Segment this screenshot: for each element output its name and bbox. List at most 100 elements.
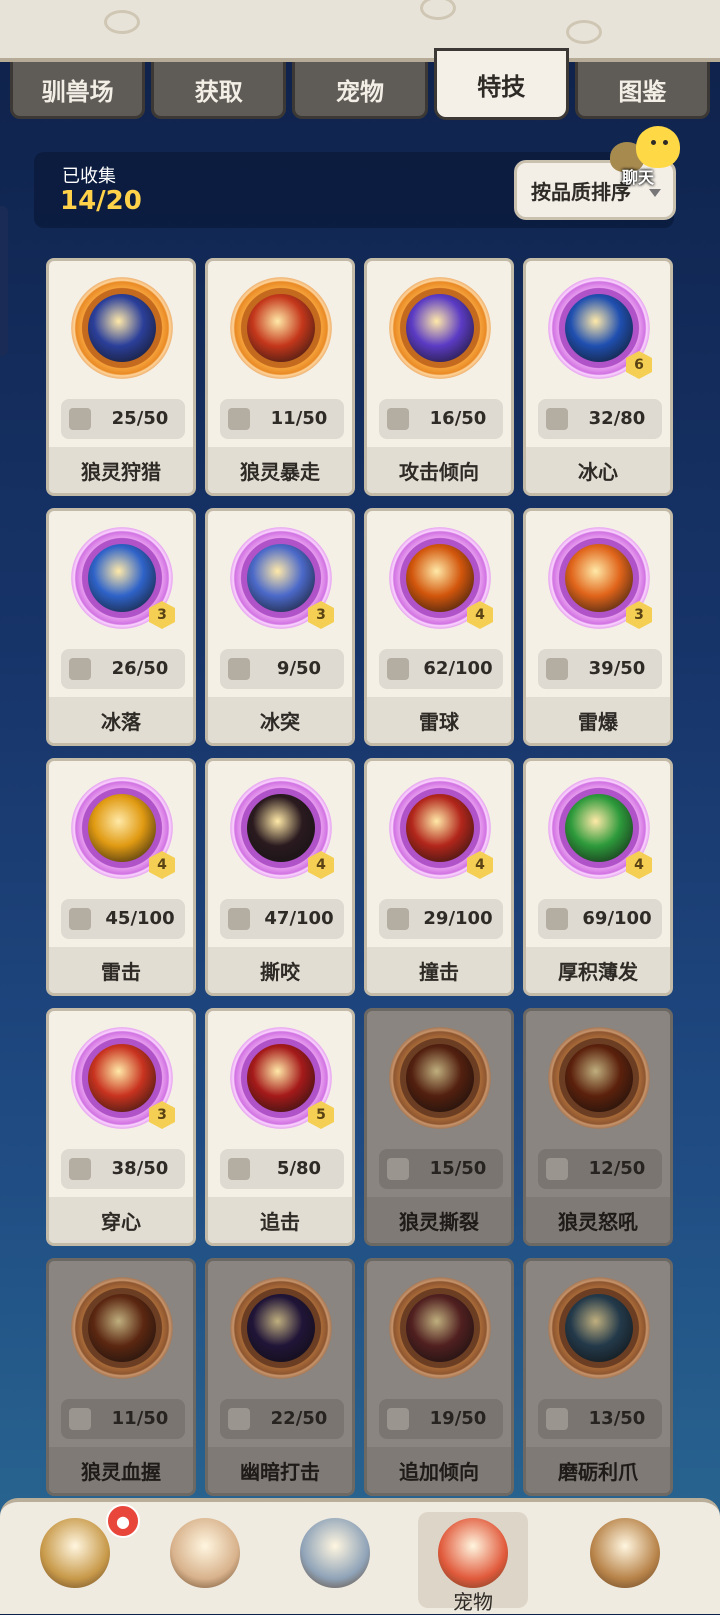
skill-grid: 25/50 狼灵狩猎 11/50 狼灵暴走 16/50 攻击倾向 6 32/80 冰心 3 26/5… xyxy=(46,258,676,1496)
puzzle-piece-icon xyxy=(69,1408,91,1430)
fragment-progress: 47/100 xyxy=(220,899,344,939)
fragment-count: 29/100 xyxy=(423,908,493,929)
nav-item[interactable] xyxy=(280,1512,390,1608)
nav-item[interactable]: ● xyxy=(20,1504,140,1608)
fragment-count: 12/50 xyxy=(588,1158,646,1179)
skill-icon-art xyxy=(247,294,315,362)
fragment-progress: 69/100 xyxy=(538,899,662,939)
skill-name: 雷击 xyxy=(49,947,193,993)
fragment-count: 32/80 xyxy=(588,408,646,429)
skill-icon: 3 xyxy=(71,527,175,629)
skill-icon-art xyxy=(247,544,315,612)
fragment-count: 11/50 xyxy=(270,408,328,429)
skill-icon-art xyxy=(406,1294,474,1362)
fragment-progress: 16/50 xyxy=(379,399,503,439)
skill-icon-art xyxy=(88,794,156,862)
skill-card[interactable]: 16/50 攻击倾向 xyxy=(364,258,514,496)
skill-icon: 3 xyxy=(230,527,334,629)
skill-card[interactable]: 13/50 磨砺利爪 xyxy=(523,1258,673,1496)
tab-pets[interactable]: 宠物 xyxy=(292,62,428,119)
skill-card[interactable]: 3 39/50 雷爆 xyxy=(523,508,673,746)
puzzle-piece-icon xyxy=(387,908,409,930)
skill-card[interactable]: 4 69/100 厚积薄发 xyxy=(523,758,673,996)
nav-item[interactable]: 宠物 xyxy=(418,1512,528,1614)
skill-icon-art xyxy=(88,294,156,362)
puzzle-piece-icon xyxy=(387,1158,409,1180)
side-drawer-handle[interactable] xyxy=(0,206,8,356)
skill-icon-art xyxy=(406,1044,474,1112)
chat-label: 聊天 xyxy=(622,168,655,187)
skill-icon-art xyxy=(247,1294,315,1362)
skill-icon: 4 xyxy=(389,527,493,629)
skill-card[interactable]: 4 45/100 雷击 xyxy=(46,758,196,996)
tab-catalog[interactable]: 图鉴 xyxy=(574,62,711,119)
skill-card[interactable]: 6 32/80 冰心 xyxy=(523,258,673,496)
skill-name: 狼灵狩猎 xyxy=(49,447,193,493)
fragment-count: 26/50 xyxy=(111,658,169,679)
skill-icon: 5 xyxy=(230,1027,334,1129)
puzzle-piece-icon xyxy=(546,1408,568,1430)
hunter-avatar-icon xyxy=(170,1518,240,1588)
bottom-nav: ● 宠物 xyxy=(0,1498,720,1614)
skill-icon-art xyxy=(565,1294,633,1362)
sword-icon xyxy=(300,1518,370,1588)
fragment-progress: 45/100 xyxy=(61,899,185,939)
fragment-count: 39/50 xyxy=(588,658,646,679)
skill-name: 雷爆 xyxy=(526,697,670,743)
nav-item[interactable] xyxy=(150,1512,260,1608)
fragment-progress: 11/50 xyxy=(61,1399,185,1439)
skill-icon xyxy=(389,277,491,379)
fragment-count: 11/50 xyxy=(111,1408,169,1429)
nav-item[interactable] xyxy=(570,1512,680,1608)
puzzle-piece-icon xyxy=(228,1158,250,1180)
skill-card[interactable]: 4 29/100 撞击 xyxy=(364,758,514,996)
chat-button[interactable]: 聊天 xyxy=(608,124,688,187)
tab-training-ground[interactable]: 驯兽场 xyxy=(10,62,146,119)
skill-card[interactable]: 11/50 狼灵暴走 xyxy=(205,258,355,496)
skill-name: 冰心 xyxy=(526,447,670,493)
decor-mark xyxy=(566,20,602,44)
skill-name: 追击 xyxy=(208,1197,352,1243)
skill-icon xyxy=(389,1277,491,1379)
skill-icon-art xyxy=(88,1044,156,1112)
puzzle-piece-icon xyxy=(546,908,568,930)
skill-card[interactable]: 3 38/50 穿心 xyxy=(46,1008,196,1246)
skill-card[interactable]: 19/50 追加倾向 xyxy=(364,1258,514,1496)
smiley-icon xyxy=(636,126,680,168)
skill-card[interactable]: 3 26/50 冰落 xyxy=(46,508,196,746)
skill-card[interactable]: 4 47/100 撕咬 xyxy=(205,758,355,996)
tab-skills[interactable]: 特技 xyxy=(433,48,569,120)
fragment-count: 62/100 xyxy=(423,658,493,679)
skill-card[interactable]: 4 62/100 雷球 xyxy=(364,508,514,746)
skill-icon-art xyxy=(565,794,633,862)
skill-icon-art xyxy=(406,794,474,862)
fragment-count: 13/50 xyxy=(588,1408,646,1429)
tab-acquire[interactable]: 获取 xyxy=(151,62,287,119)
fragment-progress: 22/50 xyxy=(220,1399,344,1439)
nav-label: 宠物 xyxy=(453,1590,493,1614)
skill-icon-art xyxy=(565,544,633,612)
fragment-progress: 19/50 xyxy=(379,1399,503,1439)
skill-card[interactable]: 12/50 狼灵怒吼 xyxy=(523,1008,673,1246)
skill-card[interactable]: 15/50 狼灵撕裂 xyxy=(364,1008,514,1246)
skill-name: 厚积薄发 xyxy=(526,947,670,993)
fragment-progress: 15/50 xyxy=(379,1149,503,1189)
skill-card[interactable]: 22/50 幽暗打击 xyxy=(205,1258,355,1496)
collection-label: 已收集 xyxy=(62,166,116,187)
puzzle-piece-icon xyxy=(546,658,568,680)
tab-bar: 驯兽场 获取 宠物 特技 图鉴 xyxy=(10,48,711,120)
skill-name: 撕咬 xyxy=(208,947,352,993)
caveman-avatar-icon xyxy=(40,1518,110,1588)
skill-card[interactable]: 25/50 狼灵狩猎 xyxy=(46,258,196,496)
skill-card[interactable]: 5 5/80 追击 xyxy=(205,1008,355,1246)
fragment-count: 5/80 xyxy=(276,1158,322,1179)
skill-icon-art xyxy=(88,544,156,612)
bell-icon[interactable]: ● xyxy=(106,1504,140,1538)
fragment-count: 45/100 xyxy=(105,908,175,929)
skill-card[interactable]: 3 9/50 冰突 xyxy=(205,508,355,746)
skill-name: 追加倾向 xyxy=(367,1447,511,1493)
skill-icon: 3 xyxy=(71,1027,175,1129)
skill-card[interactable]: 11/50 狼灵血握 xyxy=(46,1258,196,1496)
fragment-progress: 13/50 xyxy=(538,1399,662,1439)
puzzle-piece-icon xyxy=(387,1408,409,1430)
